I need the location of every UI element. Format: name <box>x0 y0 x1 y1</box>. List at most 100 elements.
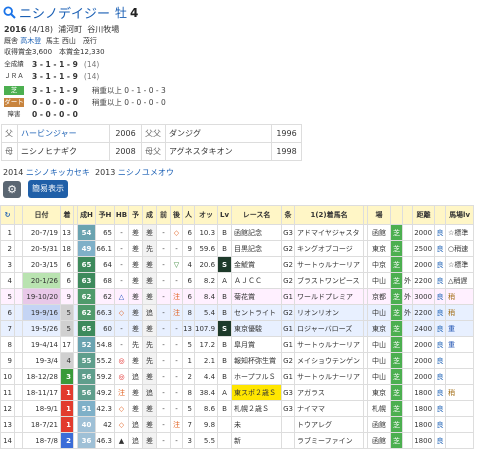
sire-link[interactable]: ハービンジャー <box>17 124 110 143</box>
race-name[interactable]: 札幌２歳Ｓ <box>231 400 283 417</box>
result-index: 49 <box>77 240 96 257</box>
row-marker <box>14 384 23 401</box>
sibling-link[interactable]: ニシノキッカセキ <box>26 168 90 177</box>
trainer-link[interactable]: 高木登 <box>20 37 41 45</box>
course-side <box>402 256 414 273</box>
track: 中山 <box>367 352 392 369</box>
table-row[interactable]: 7 19-5/26 5 65 60- 差差 - -13 107.9 S 東京優駿 G1 ロジャーバローズ… <box>0 320 475 337</box>
track: 函館 <box>367 224 392 241</box>
distance: 1800 <box>412 400 436 417</box>
table-row[interactable]: 1 20-7/19 13 54 65- 差差 - ◇ 6 10.3 B 函館記念 G3 アドマイヤジャスタ… <box>0 224 475 241</box>
row-marker <box>14 288 23 305</box>
race-date[interactable]: 20-3/15 <box>22 256 61 273</box>
winner-name[interactable]: ワールドプレミア <box>294 288 365 305</box>
winner-name[interactable]: サートゥルナーリア <box>294 368 365 385</box>
race-date[interactable]: 19-5/26 <box>22 320 61 337</box>
table-row[interactable]: 8 19-4/14 17 52 54.8- 先先 - -5 17.2 B 皐月賞 G1 サートゥルナーリ… <box>0 336 475 353</box>
winner-name[interactable]: メイショウテンゲン <box>294 352 365 369</box>
race-date[interactable]: 20-1/26 <box>22 272 61 289</box>
popularity: 6 <box>182 224 195 241</box>
race-name[interactable]: 目黒記念 <box>231 240 283 257</box>
table-row[interactable]: 10 18-12/28 3 56 59.2 ◎ 追差 - -2 4.4 B ホープフルＳ G1 サートゥル… <box>0 368 475 385</box>
race-name[interactable]: 金鯱賞 <box>231 256 283 273</box>
race-name[interactable]: 新 <box>231 432 283 449</box>
winner-name[interactable]: ブラストワンピース <box>294 272 365 289</box>
race-date[interactable]: 18-9/1 <box>22 400 61 417</box>
grade: G2 <box>281 240 296 257</box>
race-date[interactable]: 19-4/14 <box>22 336 61 353</box>
race-name[interactable]: ホープフルＳ <box>231 368 283 385</box>
row-marker <box>14 240 23 257</box>
refresh-icon[interactable]: ↻ <box>0 205 15 225</box>
distance: 2000 <box>412 336 436 353</box>
winner-name[interactable]: アドマイヤジャスタ <box>294 224 365 241</box>
actual-style: 先 <box>142 240 157 257</box>
table-row[interactable]: 9 19-3/4 4 55 55.2 ◎ 差先 - -1 2.1 B 報知杯弥生賞 G2 メイショウテンゲ… <box>0 352 475 369</box>
mark: 注 <box>170 288 183 305</box>
table-row[interactable]: 3 20-3/15 6 65 64- 差差 - ▽ 4 20.6 S 金鯱賞 G2 サートゥルナーリア 中京… <box>0 256 475 273</box>
table-row[interactable]: 5 19-10/20 9 62 62 △ 差差 - 注 6 8.4 B 菊花賞 G1 ワールドプレミア 京都芝… <box>0 288 475 305</box>
course-side <box>402 368 414 385</box>
record-sub: 稍重以上 0 - 0 - 0 - 0 <box>91 98 166 107</box>
table-row[interactable]: 12 18-9/1 1 51 42.3 ◇ 差差 - -5 8.6 B 札幌２歳Ｓ G3 ナイママ 札幌芝 1… <box>0 400 475 417</box>
row-marker <box>14 336 23 353</box>
hb-mark: ◇ <box>114 400 129 417</box>
table-row[interactable]: 11 18-11/17 1 56 49.2 注差追 - -8 38.4 A 東スポ２歳Ｓ G3 アガラス… <box>0 384 475 401</box>
race-date[interactable]: 18-12/28 <box>22 368 61 385</box>
sibling-year: 2013 <box>95 168 116 177</box>
winner-name[interactable]: ロジャーバローズ <box>294 320 365 337</box>
front-mark: - <box>156 432 171 449</box>
column-header: レース名 <box>231 205 283 225</box>
simple-view-button[interactable]: 簡易表示 <box>28 180 68 198</box>
grade: G2 <box>281 256 296 273</box>
race-date[interactable]: 20-7/19 <box>22 224 61 241</box>
column-header: 後 <box>170 205 183 225</box>
race-name[interactable]: 函館記念 <box>231 224 283 241</box>
odds: 9.8 <box>193 416 219 433</box>
predicted-index: 49.2 <box>95 384 115 401</box>
odds: 5.5 <box>193 432 219 449</box>
predicted-index: 55.2 <box>95 352 115 369</box>
grade <box>281 416 296 433</box>
winner-name[interactable]: トウアレグ <box>294 416 365 433</box>
table-row[interactable]: 4 20-1/26 6 63 68- 差差 - -6 8.2 A ＡＪＣＣ G2 ブラストワンピース 中山… <box>0 272 475 289</box>
race-name[interactable]: 皐月賞 <box>231 336 283 353</box>
distance: 2000 <box>412 224 436 241</box>
race-date[interactable]: 19-10/20 <box>22 288 61 305</box>
track: 札幌 <box>367 400 392 417</box>
table-row[interactable]: 2 20-5/31 18 49 66.1- 差先 - -9 59.6 B 目黒記念 G2 キングオブコー… <box>0 240 475 257</box>
race-date[interactable]: 20-5/31 <box>22 240 61 257</box>
row-number: 10 <box>0 368 15 385</box>
winner-name[interactable]: サートゥルナーリア <box>294 256 365 273</box>
hb-mark: ◇ <box>114 304 129 321</box>
race-name[interactable]: 報知杯弥生賞 <box>231 352 283 369</box>
winner-name[interactable]: キングオブコージ <box>294 240 365 257</box>
search-icon[interactable] <box>3 6 16 19</box>
winner-name[interactable]: サートゥルナーリア <box>294 336 365 353</box>
race-name[interactable]: ＡＪＣＣ <box>231 272 283 289</box>
hb-mark: - <box>114 256 129 273</box>
table-row[interactable]: 13 18-7/21 1 40 42 ◇ 追差 - 注 7 9.8 未トウアレグ 函館芝 1800 良 <box>0 416 475 433</box>
race-name[interactable]: 菊花賞 <box>231 288 283 305</box>
popularity: 6 <box>182 288 195 305</box>
surface: 芝 <box>390 400 404 417</box>
winner-name[interactable]: リオンリオン <box>294 304 365 321</box>
winner-name[interactable]: アガラス <box>294 384 365 401</box>
table-row[interactable]: 6 19-9/16 5 62 66.3 ◇ 差追 - 注 8 5.4 B セントライト G2 リオンリオン中… <box>0 304 475 321</box>
settings-button[interactable]: ⚙ <box>3 181 21 198</box>
winner-name[interactable]: ナイママ <box>294 400 365 417</box>
race-date[interactable]: 19-3/4 <box>22 352 61 369</box>
race-name[interactable]: 東京優駿 <box>231 320 283 337</box>
table-row[interactable]: 14 18-7/8 2 36 46.3 ▲ 追差 - -3 5.5 新ラブミーファイン 函館芝 1800… <box>0 432 475 449</box>
race-name[interactable]: セントライト <box>231 304 283 321</box>
race-date[interactable]: 18-7/8 <box>22 432 61 449</box>
race-date[interactable]: 18-11/17 <box>22 384 61 401</box>
race-date[interactable]: 18-7/21 <box>22 416 61 433</box>
surface: 芝 <box>390 336 404 353</box>
winner-name[interactable]: ラブミーファイン <box>294 432 365 449</box>
race-name[interactable]: 未 <box>231 416 283 433</box>
race-date[interactable]: 19-9/16 <box>22 304 61 321</box>
sibling-link[interactable]: ニシノユメオウ <box>118 168 174 177</box>
race-name[interactable]: 東スポ２歳Ｓ <box>231 384 283 401</box>
column-header: 条 <box>281 205 296 225</box>
